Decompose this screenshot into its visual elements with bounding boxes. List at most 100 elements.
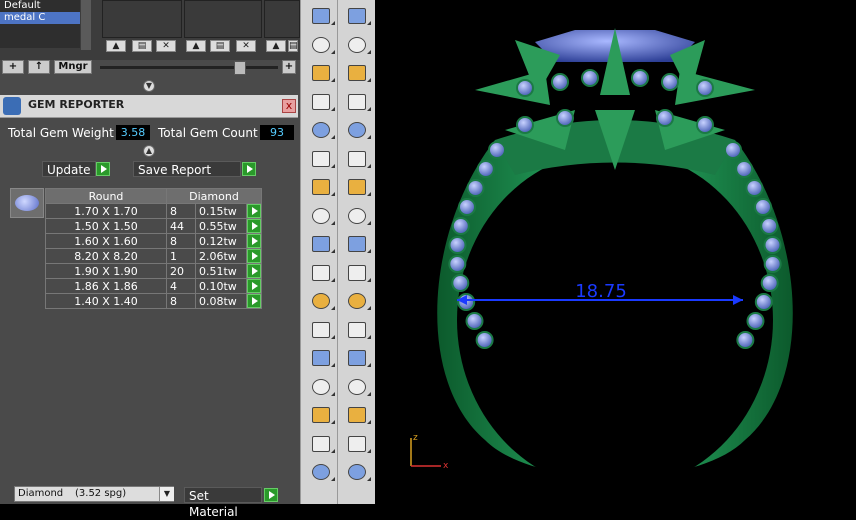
explode-icon[interactable] [305,204,335,228]
check-icon[interactable] [305,432,335,456]
add-icon[interactable]: ▲ [106,40,126,52]
gem-count-cell: 8 [166,203,196,219]
material-slot-1[interactable] [102,0,182,38]
chevron-down-icon[interactable]: ▼ [159,487,174,501]
table-row[interactable]: 1.86 X 1.86 4 0.10tw [45,278,262,294]
select-row-icon[interactable] [247,294,261,308]
rectangle-icon[interactable] [305,61,335,85]
points-icon[interactable] [305,261,335,285]
row-go-icon[interactable] [246,248,262,264]
text-icon[interactable] [341,318,371,342]
collapse-icon[interactable]: ▲ [143,145,155,157]
total-gem-weight-label: Total Gem Weight [8,126,114,140]
material-slot-2[interactable] [184,0,262,38]
layer-panel: Default medal C ▲ ▤ ✕ ▲ ▤ ✕ ▲ ▤ [0,0,300,60]
save-icon[interactable]: ▤ [210,40,230,52]
line-icon[interactable] [341,61,371,85]
save-icon[interactable]: ▤ [288,40,298,52]
3d-viewport[interactable]: 18.75 z x [375,0,856,504]
solid-icon[interactable] [341,375,371,399]
material-select[interactable]: Diamond (3.52 spg) ▼ [14,486,174,502]
axis-x-label: x [443,461,449,471]
move-up-button[interactable]: ↑ [28,60,50,74]
select-row-icon[interactable] [247,234,261,248]
select-row-icon[interactable] [247,279,261,293]
render-icon[interactable] [305,460,335,484]
table-row[interactable]: 1.40 X 1.40 8 0.08tw [45,293,262,309]
close-icon[interactable]: x [282,99,296,113]
table-row[interactable]: 1.50 X 1.50 44 0.55tw [45,218,262,234]
slider-plus-button[interactable]: + [282,60,296,74]
row-go-icon[interactable] [246,203,262,219]
puzzle-icon[interactable] [341,204,371,228]
select-row-icon[interactable] [247,204,261,218]
trim-icon[interactable] [305,232,335,256]
arc-icon[interactable] [341,33,371,57]
sphere-icon[interactable] [305,147,335,171]
select-row-icon[interactable] [247,219,261,233]
curve-icon[interactable] [305,4,335,28]
grid-icon[interactable] [341,346,371,370]
table-row[interactable]: 1.70 X 1.70 8 0.15tw [45,203,262,219]
select-row-icon[interactable] [247,264,261,278]
fillet-icon[interactable] [305,90,335,114]
gem-size-cell: 1.90 X 1.90 [45,263,167,279]
left-panel: Default medal C ▲ ▤ ✕ ▲ ▤ ✕ ▲ ▤ + ↑ Mngr… [0,0,300,519]
circle-icon[interactable] [305,33,335,57]
delete-icon[interactable]: ✕ [236,40,256,52]
rebuild-icon[interactable] [305,289,335,313]
save-report-go-icon[interactable] [242,162,256,176]
edit-point-icon[interactable] [341,289,371,313]
set-material-button[interactable]: Set Material [184,487,262,519]
save-icon[interactable]: ▤ [132,40,152,52]
cylinder-icon[interactable] [341,175,371,199]
boolean-icon[interactable] [341,261,371,285]
polygon-icon[interactable] [341,90,371,114]
collapse-icon[interactable]: ▼ [143,80,155,92]
layer-item-medal-c[interactable]: medal C [0,12,80,24]
table-row[interactable]: 1.60 X 1.60 8 0.12tw [45,233,262,249]
axis-indicator: z x [410,433,449,471]
surface-icon[interactable] [305,118,335,142]
extrude-icon[interactable] [341,118,371,142]
move-icon[interactable] [305,403,335,427]
save-report-button[interactable]: Save Report [133,161,241,177]
cube-icon[interactable] [341,460,371,484]
layer-item-default[interactable]: Default [0,0,80,12]
table-row[interactable]: 1.90 X 1.90 20 0.51tw [45,263,262,279]
set-material-go-icon[interactable] [264,488,278,502]
plane-icon[interactable] [305,175,335,199]
layer-scrollbar[interactable] [81,0,91,50]
dots-icon[interactable] [341,403,371,427]
split-icon[interactable] [341,232,371,256]
gem-weight-cell: 0.10tw [195,278,247,294]
gem-shape-thumbnail[interactable] [10,188,44,218]
total-gem-count-value: 93 [260,125,294,140]
update-button[interactable]: Update [42,161,96,177]
array-icon[interactable] [305,375,335,399]
material-slot-3[interactable] [264,0,300,38]
total-gem-count-label: Total Gem Count [158,126,258,140]
gem-weight-cell: 0.55tw [195,218,247,234]
add-layer-button[interactable]: + [2,60,24,74]
update-go-icon[interactable] [96,162,110,176]
add-icon[interactable]: ▲ [266,40,286,52]
row-go-icon[interactable] [246,233,262,249]
row-go-icon[interactable] [246,278,262,294]
select-row-icon[interactable] [247,249,261,263]
tool-palette [300,0,376,504]
gem-count-cell: 8 [166,293,196,309]
polyline-icon[interactable] [341,4,371,28]
cut-icon[interactable] [341,432,371,456]
delete-icon[interactable]: ✕ [156,40,176,52]
slider-handle[interactable] [234,61,246,75]
row-go-icon[interactable] [246,263,262,279]
offset-icon[interactable] [305,346,335,370]
row-go-icon[interactable] [246,218,262,234]
box-icon[interactable] [341,147,371,171]
scale-icon[interactable] [305,318,335,342]
row-go-icon[interactable] [246,293,262,309]
table-row[interactable]: 8.20 X 8.20 1 2.06tw [45,248,262,264]
add-icon[interactable]: ▲ [186,40,206,52]
manager-button[interactable]: Mngr [54,60,92,74]
